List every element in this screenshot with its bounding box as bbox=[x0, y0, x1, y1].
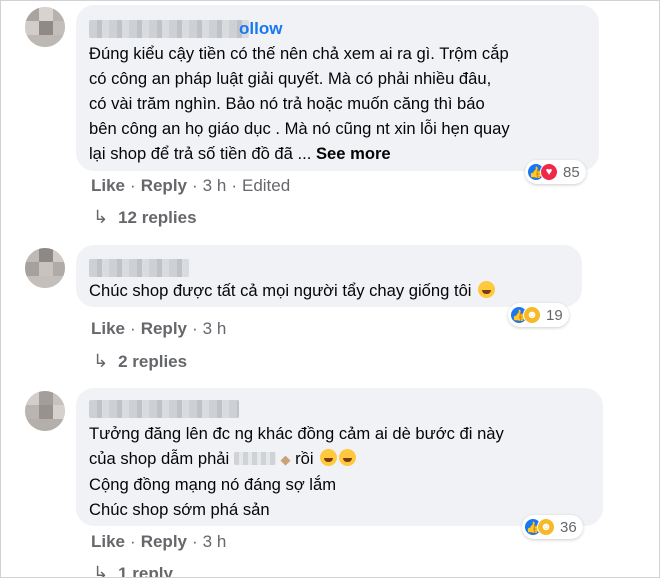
reactions-summary[interactable]: 👍 ♥ 85 bbox=[525, 160, 586, 184]
timestamp[interactable]: 3 h bbox=[203, 532, 227, 551]
laughing-emoji-icon bbox=[339, 449, 357, 466]
author-name[interactable] bbox=[89, 259, 189, 277]
reply-button[interactable]: Reply bbox=[141, 532, 187, 551]
haha-reaction-icon: ☻ bbox=[537, 518, 555, 536]
reaction-count: 85 bbox=[563, 163, 580, 181]
censored-word bbox=[233, 452, 276, 465]
reaction-count: 36 bbox=[560, 518, 577, 536]
avatar[interactable] bbox=[25, 391, 65, 431]
reactions-summary[interactable]: 👍 ☻ 19 bbox=[508, 303, 569, 327]
like-button[interactable]: Like bbox=[91, 319, 125, 338]
reply-arrow-icon: ↳ bbox=[93, 563, 109, 578]
reply-button[interactable]: Reply bbox=[141, 319, 187, 338]
timestamp[interactable]: 3 h bbox=[203, 176, 227, 195]
comment-text: Tưởng đăng lên đc ng khác đồng cảm ai dè… bbox=[89, 424, 504, 519]
comment-text: Đúng kiểu cậy tiền có thế nên chả xem ai… bbox=[89, 44, 510, 163]
comment-actions: Like · Reply · 3 h · Edited bbox=[91, 176, 291, 195]
reply-arrow-icon: ↳ bbox=[93, 207, 109, 227]
comment-actions: Like · Reply · 3 h bbox=[91, 319, 227, 338]
love-reaction-icon: ♥ bbox=[540, 163, 558, 181]
comment-bubble: ollow Đúng kiểu cậy tiền có thế nên chả … bbox=[76, 5, 599, 171]
view-replies-link[interactable]: ↳ 1 reply bbox=[93, 563, 173, 578]
comment-bubble: Tưởng đăng lên đc ng khác đồng cảm ai dè… bbox=[76, 388, 603, 526]
comment-bubble: Chúc shop được tất cả mọi người tẩy chay… bbox=[76, 245, 582, 307]
laughing-emoji-icon bbox=[478, 281, 496, 298]
avatar[interactable] bbox=[25, 7, 65, 47]
comments-panel: ollow Đúng kiểu cậy tiền có thế nên chả … bbox=[0, 0, 660, 578]
comment-actions: Like · Reply · 3 h bbox=[91, 532, 227, 551]
author-name[interactable] bbox=[89, 400, 239, 418]
see-more-link[interactable]: See more bbox=[316, 144, 391, 163]
reaction-count: 19 bbox=[546, 306, 563, 324]
author-name[interactable] bbox=[89, 20, 249, 38]
comment-text: Chúc shop được tất cả mọi người tẩy chay… bbox=[89, 278, 496, 303]
reply-arrow-icon: ↳ bbox=[93, 351, 109, 371]
like-button[interactable]: Like bbox=[91, 532, 125, 551]
view-replies-link[interactable]: ↳ 12 replies bbox=[93, 207, 197, 228]
haha-reaction-icon: ☻ bbox=[523, 306, 541, 324]
follow-link[interactable]: ollow bbox=[239, 19, 282, 39]
reactions-summary[interactable]: 👍 ☻ 36 bbox=[522, 515, 583, 539]
reply-button[interactable]: Reply bbox=[141, 176, 187, 195]
timestamp[interactable]: 3 h bbox=[203, 319, 227, 338]
view-replies-link[interactable]: ↳ 2 replies bbox=[93, 351, 187, 372]
dog-emoji-icon: ◆ bbox=[280, 452, 291, 467]
laughing-emoji-icon bbox=[320, 449, 338, 466]
avatar[interactable] bbox=[25, 248, 65, 288]
like-button[interactable]: Like bbox=[91, 176, 125, 195]
edited-label[interactable]: Edited bbox=[242, 176, 290, 195]
